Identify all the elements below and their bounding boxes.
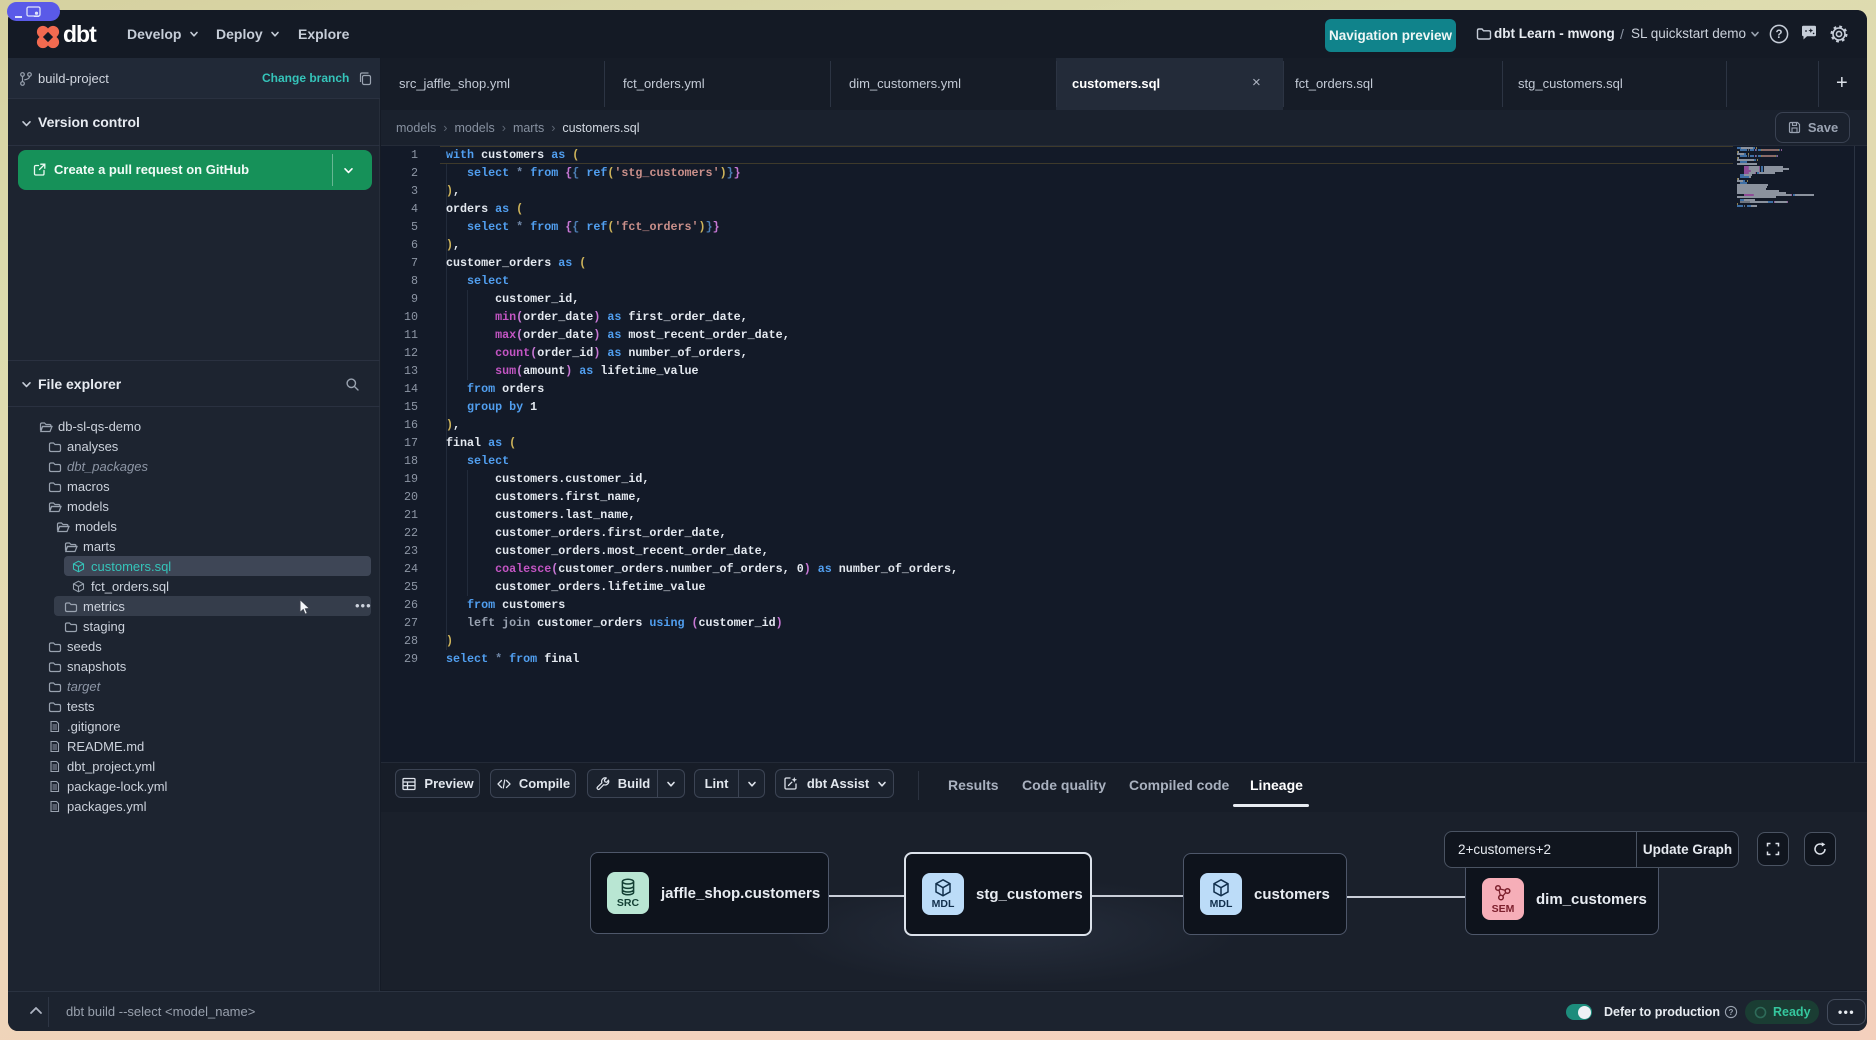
svg-text:?: ? [1775,29,1782,41]
svg-text:?: ? [1729,1008,1734,1017]
